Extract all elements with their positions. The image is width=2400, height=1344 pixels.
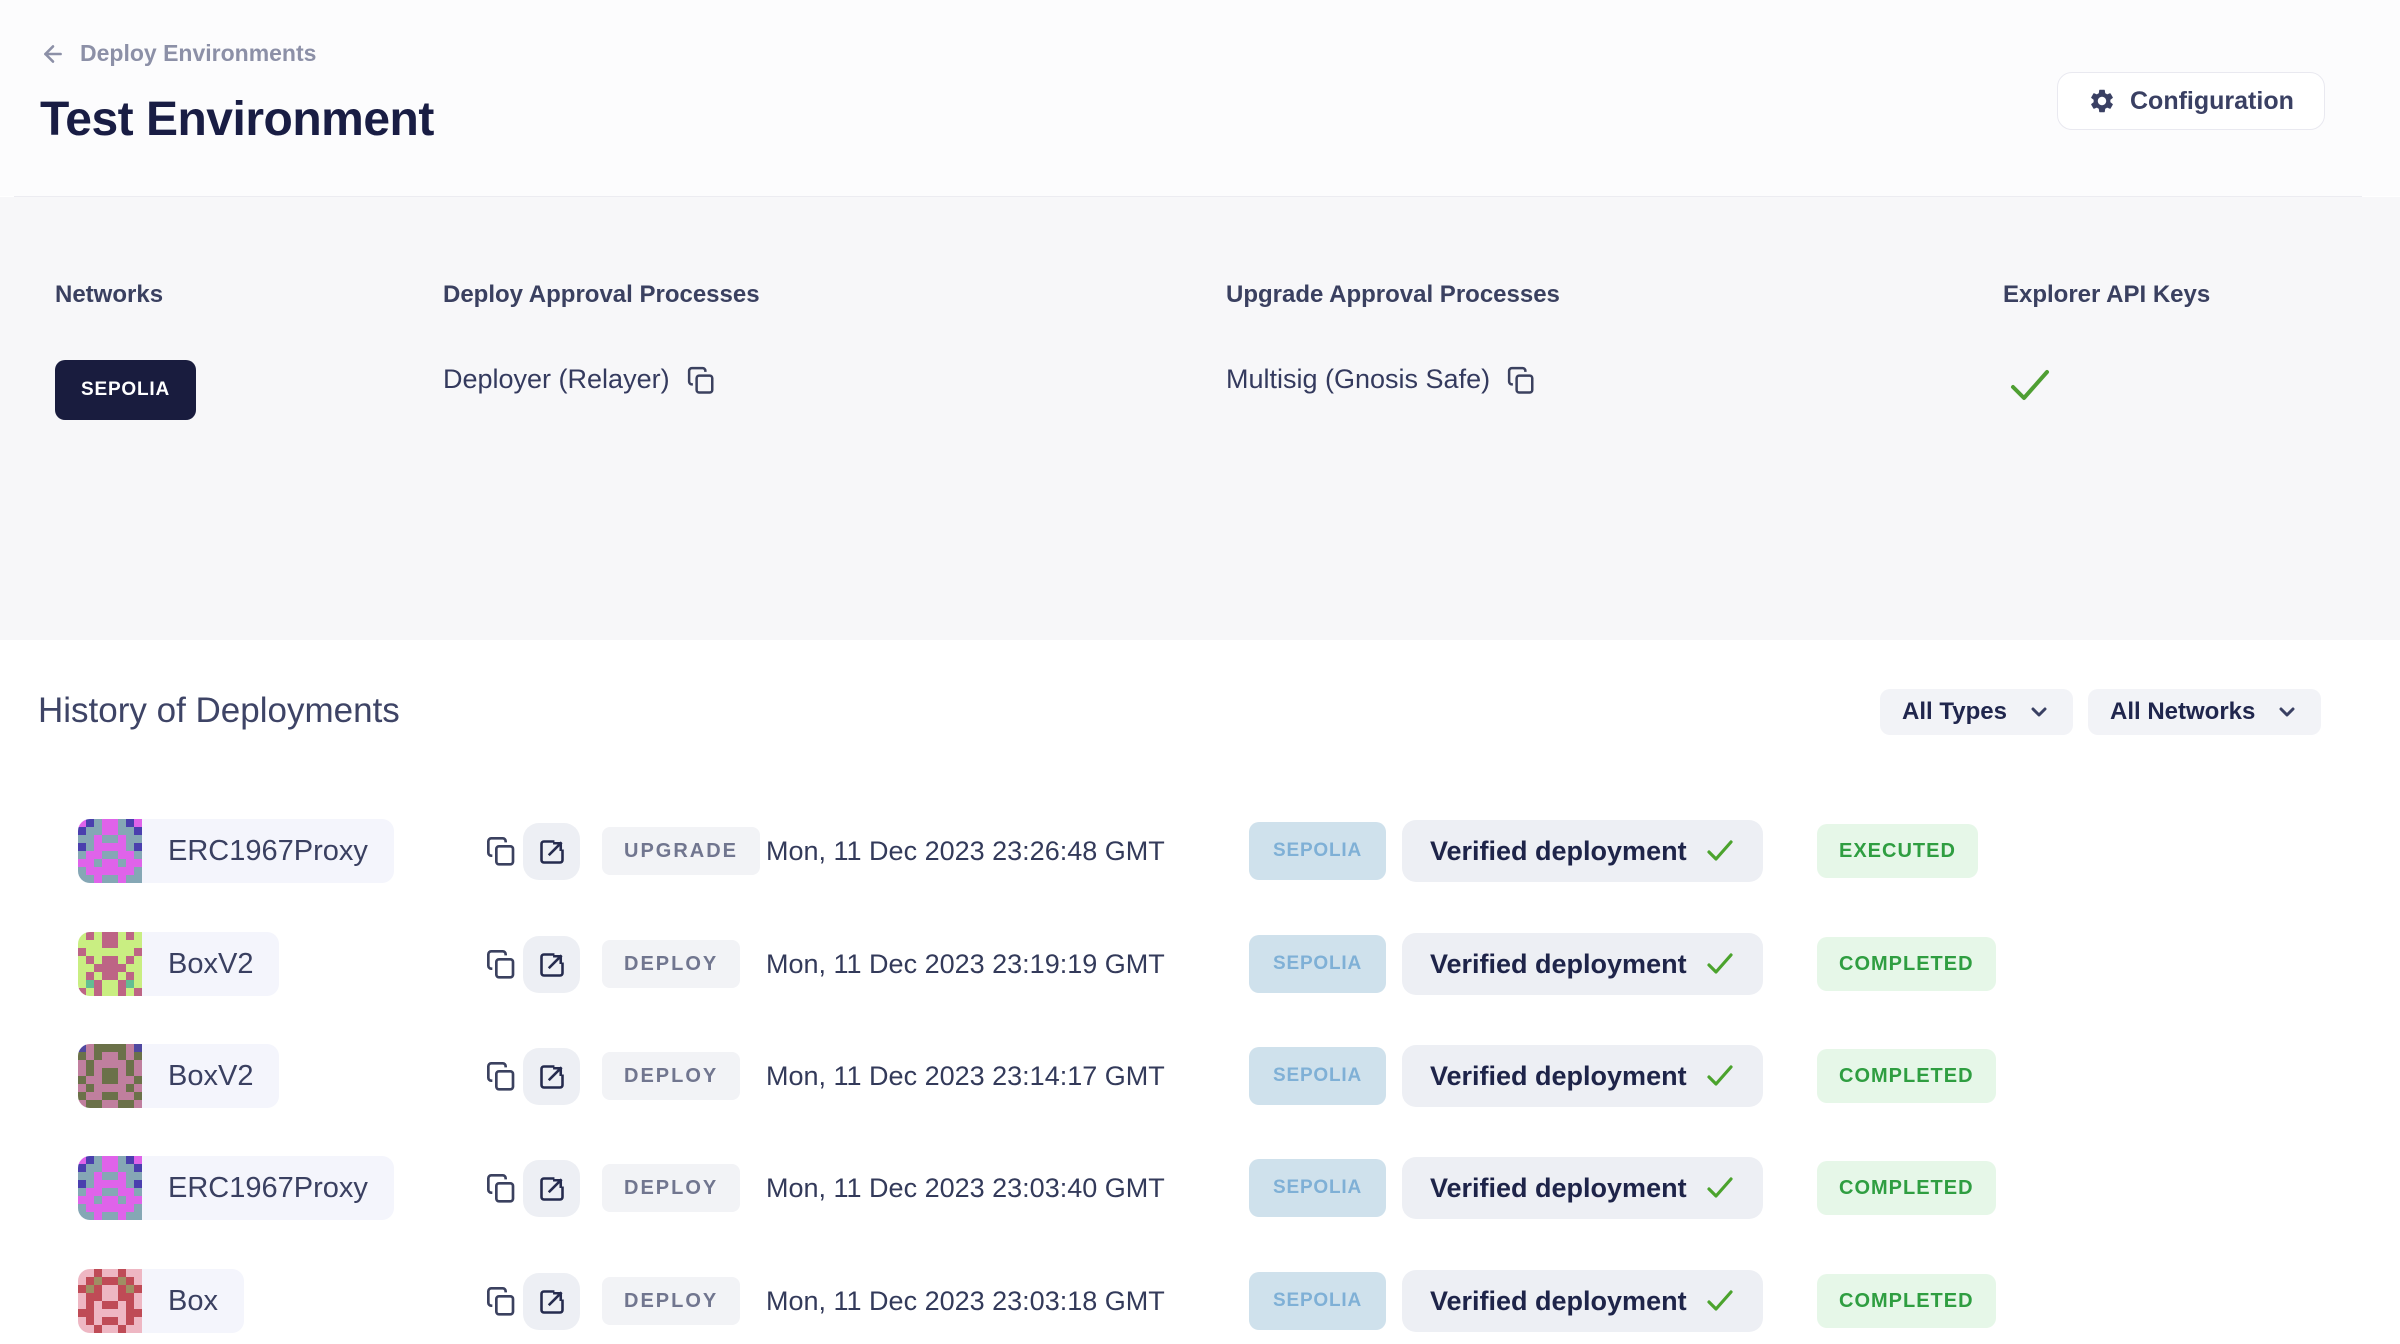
filter-all-types-label: All Types: [1902, 698, 2007, 726]
contract-identicon-avatar: [78, 1156, 142, 1220]
contract-identicon-avatar: [78, 1044, 142, 1108]
external-link-button[interactable]: [523, 1048, 580, 1105]
chevron-down-icon: [2275, 700, 2299, 724]
contract-identicon-avatar: [78, 1269, 142, 1333]
external-link-icon: [538, 1288, 566, 1316]
contract-chip[interactable]: BoxV2: [78, 932, 279, 996]
deployment-status-badge: COMPLETED: [1817, 1274, 1996, 1328]
network-chip-sepolia: SEPOLIA: [1249, 1272, 1386, 1330]
contract-name: BoxV2: [142, 948, 279, 981]
back-arrow-icon: [40, 41, 66, 67]
column-header-networks: Networks: [55, 281, 163, 309]
deployment-row: Box DEPLOY Mon, 11 Dec 2023 23:03:18 GMT…: [0, 1269, 2400, 1333]
deployment-row: BoxV2 DEPLOY Mon, 11 Dec 2023 23:14:17 G…: [0, 1044, 2400, 1108]
environment-config-section: Networks Deploy Approval Processes Upgra…: [0, 197, 2400, 640]
external-link-button[interactable]: [523, 936, 580, 993]
deployment-timestamp: Mon, 11 Dec 2023 23:03:40 GMT: [766, 1173, 1165, 1204]
deployment-type-badge: UPGRADE: [602, 827, 760, 875]
column-header-deploy-approval: Deploy Approval Processes: [443, 281, 760, 309]
external-link-icon: [538, 838, 566, 866]
external-link-icon: [538, 1063, 566, 1091]
deployment-row: ERC1967Proxy UPGRADE Mon, 11 Dec 2023 23…: [0, 819, 2400, 883]
column-header-explorer-api-keys: Explorer API Keys: [2003, 281, 2210, 309]
breadcrumb[interactable]: Deploy Environments: [40, 40, 316, 67]
contract-chip[interactable]: ERC1967Proxy: [78, 1156, 394, 1220]
verification-label: Verified deployment: [1430, 1061, 1687, 1092]
deploy-approval-cell: Deployer (Relayer): [443, 364, 716, 395]
contract-chip[interactable]: BoxV2: [78, 1044, 279, 1108]
verification-pill: Verified deployment: [1402, 1157, 1763, 1219]
copy-icon[interactable]: [1506, 365, 1536, 395]
verification-label: Verified deployment: [1430, 1173, 1687, 1204]
configuration-button-label: Configuration: [2130, 87, 2294, 116]
deployment-type-badge: DEPLOY: [602, 1277, 740, 1325]
contract-name: Box: [142, 1285, 244, 1318]
deployment-type-badge: DEPLOY: [602, 1052, 740, 1100]
external-link-button[interactable]: [523, 823, 580, 880]
contract-chip[interactable]: Box: [78, 1269, 244, 1333]
verification-label: Verified deployment: [1430, 1286, 1687, 1317]
deployment-timestamp: Mon, 11 Dec 2023 23:19:19 GMT: [766, 949, 1165, 980]
page-title: Test Environment: [40, 92, 434, 147]
copy-icon[interactable]: [485, 834, 517, 868]
verified-check-icon: [1705, 1288, 1735, 1314]
history-section-title: History of Deployments: [38, 691, 400, 731]
verification-pill: Verified deployment: [1402, 820, 1763, 882]
verification-pill: Verified deployment: [1402, 1270, 1763, 1332]
network-chip-sepolia: SEPOLIA: [1249, 935, 1386, 993]
copy-icon[interactable]: [686, 365, 716, 395]
deployment-timestamp: Mon, 11 Dec 2023 23:26:48 GMT: [766, 836, 1165, 867]
deployment-row: BoxV2 DEPLOY Mon, 11 Dec 2023 23:19:19 G…: [0, 932, 2400, 996]
external-link-icon: [538, 1175, 566, 1203]
filter-all-networks-label: All Networks: [2110, 698, 2255, 726]
network-chip-sepolia: SEPOLIA: [1249, 822, 1386, 880]
explorer-api-keys-check-icon: [2007, 365, 2053, 405]
network-chip-sepolia: SEPOLIA: [1249, 1047, 1386, 1105]
contract-name: BoxV2: [142, 1060, 279, 1093]
verification-pill: Verified deployment: [1402, 1045, 1763, 1107]
chevron-down-icon: [2027, 700, 2051, 724]
copy-icon[interactable]: [485, 1059, 517, 1093]
deploy-approval-value: Deployer (Relayer): [443, 364, 670, 395]
external-link-button[interactable]: [523, 1273, 580, 1330]
deployment-status-badge: COMPLETED: [1817, 1049, 1996, 1103]
contract-chip[interactable]: ERC1967Proxy: [78, 819, 394, 883]
copy-icon[interactable]: [485, 1171, 517, 1205]
breadcrumb-label: Deploy Environments: [80, 40, 316, 67]
verified-check-icon: [1705, 838, 1735, 864]
gear-icon: [2088, 87, 2116, 115]
column-header-upgrade-approval: Upgrade Approval Processes: [1226, 281, 1560, 309]
upgrade-approval-cell: Multisig (Gnosis Safe): [1226, 364, 1536, 395]
verification-label: Verified deployment: [1430, 949, 1687, 980]
external-link-button[interactable]: [523, 1160, 580, 1217]
verification-label: Verified deployment: [1430, 836, 1687, 867]
deployment-status-badge: COMPLETED: [1817, 937, 1996, 991]
external-link-icon: [538, 951, 566, 979]
deploy-environment-page: Deploy Environments Test Environment Con…: [0, 0, 2400, 1344]
deployment-row: ERC1967Proxy DEPLOY Mon, 11 Dec 2023 23:…: [0, 1156, 2400, 1220]
verification-pill: Verified deployment: [1402, 933, 1763, 995]
contract-name: ERC1967Proxy: [142, 1172, 394, 1205]
copy-icon[interactable]: [485, 947, 517, 981]
verified-check-icon: [1705, 1063, 1735, 1089]
contract-name: ERC1967Proxy: [142, 835, 394, 868]
configuration-button[interactable]: Configuration: [2057, 72, 2325, 130]
deployment-status-badge: COMPLETED: [1817, 1161, 1996, 1215]
page-header: Deploy Environments Test Environment Con…: [0, 0, 2400, 196]
filter-all-networks[interactable]: All Networks: [2088, 689, 2321, 735]
deployment-timestamp: Mon, 11 Dec 2023 23:03:18 GMT: [766, 1286, 1165, 1317]
copy-icon[interactable]: [485, 1284, 517, 1318]
filter-all-types[interactable]: All Types: [1880, 689, 2073, 735]
deployment-type-badge: DEPLOY: [602, 1164, 740, 1212]
contract-identicon-avatar: [78, 932, 142, 996]
deployment-timestamp: Mon, 11 Dec 2023 23:14:17 GMT: [766, 1061, 1165, 1092]
verified-check-icon: [1705, 951, 1735, 977]
deployment-status-badge: EXECUTED: [1817, 824, 1978, 878]
network-badge-sepolia: SEPOLIA: [55, 360, 196, 420]
verified-check-icon: [1705, 1175, 1735, 1201]
network-chip-sepolia: SEPOLIA: [1249, 1159, 1386, 1217]
deployment-type-badge: DEPLOY: [602, 940, 740, 988]
contract-identicon-avatar: [78, 819, 142, 883]
upgrade-approval-value: Multisig (Gnosis Safe): [1226, 364, 1490, 395]
